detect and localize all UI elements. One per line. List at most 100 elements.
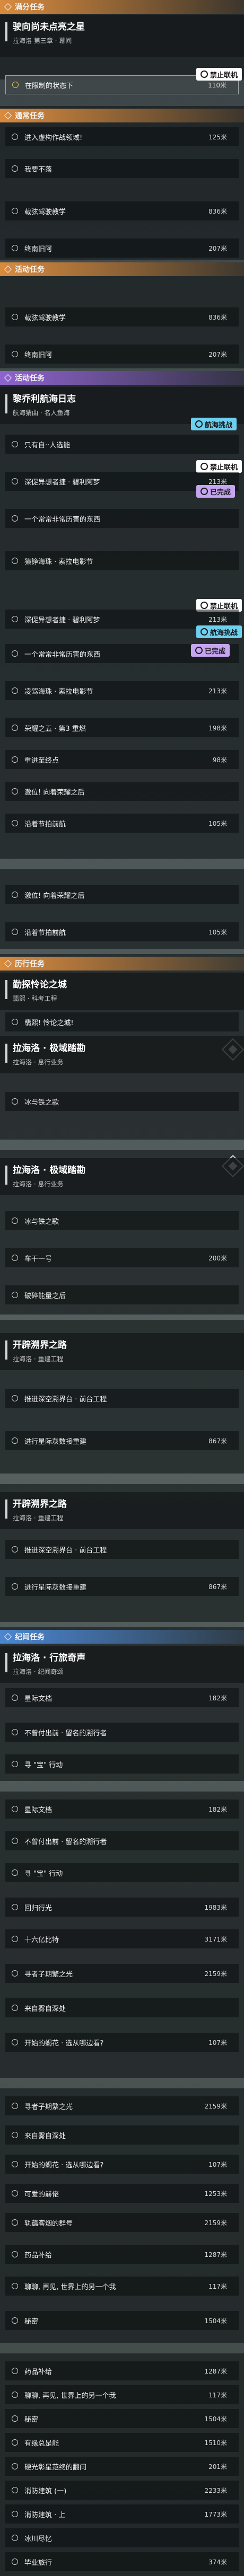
list-item[interactable]: 有缘总是能 1510米 (5, 2433, 239, 2452)
category-header-main[interactable]: 满分任务 (0, 0, 244, 14)
list-item[interactable]: 寻 "宝" 行动 (5, 1754, 239, 1774)
circle-icon (12, 1806, 18, 1812)
circle-icon (12, 788, 18, 795)
circle-icon (12, 2535, 18, 2541)
list-item[interactable]: 终南旧阿 207米 (5, 239, 239, 258)
list-item[interactable]: 进行星际灰数接重建 867米 (5, 1577, 239, 1596)
list-item[interactable]: 回归行光 1983米 (5, 1898, 239, 1917)
circle-icon (12, 1019, 18, 1025)
quest-card-record[interactable]: 拉海洛 · 行旅奇声 拉海洛 · 纪闻奇颂 (0, 1646, 244, 1683)
category-header-normal[interactable]: 通常任务 (0, 109, 244, 122)
list-item[interactable]: 药品补给 1287米 (5, 2245, 239, 2264)
list-item[interactable]: 冰与铁之歌 (5, 1211, 239, 1230)
list-item[interactable]: 聊聊, 再见, 世界上的另一个我 117米 (5, 2277, 239, 2296)
check-icon (201, 488, 208, 495)
list-item[interactable]: 不曾付出前 · 留名的溯行者 (5, 1723, 239, 1742)
category-header-activity[interactable]: 活动任务 (0, 262, 244, 276)
list-item[interactable]: 激位! 向着荣耀之后 (5, 782, 239, 801)
list-item[interactable]: 荣耀之五 · 第3 重燃 198米 (5, 718, 239, 737)
list-item[interactable]: 毕业旅行 374米 (5, 2552, 239, 2571)
list-item[interactable]: 冰川尽忆 (5, 2528, 239, 2547)
diamond-icon (4, 374, 12, 382)
list-item[interactable]: 沿着节拍前航 105米 (5, 922, 239, 941)
list-item[interactable]: 药品补给 1287米 (5, 2361, 239, 2380)
circle-icon (12, 1936, 18, 1942)
circle-icon (12, 2161, 18, 2167)
list-item[interactable]: 进行星际灰数接重建 867米 (5, 1431, 239, 1450)
circle-icon (12, 1437, 18, 1444)
list-item[interactable]: 载弦驾驶教学 836米 (5, 307, 239, 327)
category-header-record[interactable]: 纪闻任务 (0, 1630, 244, 1644)
circle-icon (12, 1904, 18, 1910)
list-item[interactable]: 消防建筑 · 上 1773米 (5, 2504, 239, 2524)
list-item[interactable]: 开始的蝎花 · 选从哪边看? 107米 (5, 2155, 239, 2174)
list-item[interactable]: 一个常常非常历害的东西 (5, 509, 239, 528)
list-item[interactable]: 终南旧阿 207米 (5, 345, 239, 364)
list-item[interactable]: 来自雾自深处 (5, 2125, 239, 2145)
list-item[interactable]: 破碎能量之后 (5, 1285, 239, 1304)
list-item[interactable]: 载弦驾驶教学 836米 (5, 201, 239, 220)
badge-no-coop: 禁止联机 (196, 68, 242, 81)
list-item[interactable]: 轨蕴客烟的群号 2159米 (5, 2213, 239, 2232)
list-item[interactable]: 可爱的赫佬 1253米 (5, 2184, 239, 2203)
quest-card-story-3[interactable]: 拉海洛 · 极域踏勘 拉海洛 · 息行业务 (0, 1158, 244, 1195)
list-item[interactable]: 猿铮海珠 · 索拉电影节 (5, 551, 239, 570)
quest-card-story-2[interactable]: 拉海洛 · 极域踏勘 拉海洛 · 息行业务 (0, 1036, 244, 1073)
circle-icon (12, 1729, 18, 1735)
quest-title: 驶向尚未点亮之星 (13, 22, 85, 32)
diamond-icon (4, 265, 12, 274)
diamond-icon (4, 3, 12, 11)
list-item[interactable]: 只有自··人选能 (5, 435, 239, 454)
circle-icon (12, 558, 18, 564)
category-header-event[interactable]: 活动任务 (0, 371, 244, 385)
objective-text: 在限制的状态下 (25, 82, 74, 90)
circle-icon (12, 2283, 18, 2289)
list-item[interactable]: 激位! 向着荣耀之后 (5, 885, 239, 904)
list-item[interactable]: 寻者子期繁之光 2159米 (5, 1964, 239, 1983)
list-item[interactable]: 十六亿比特 3171米 (5, 1929, 239, 1948)
list-item[interactable]: 推进深空溯界台 · 前台工程 (5, 1540, 239, 1559)
circle-icon (12, 1546, 18, 1552)
list-item[interactable]: 不曾付出前 · 留名的溯行者 (5, 1831, 239, 1850)
lock-icon (201, 70, 208, 78)
circle-icon (12, 1255, 18, 1261)
circle-icon (12, 351, 18, 357)
list-item[interactable]: 我要不落 (5, 159, 239, 178)
list-item[interactable]: 聊聊, 再见, 世界上的另一个我 117米 (5, 2385, 239, 2404)
list-item[interactable]: 冰与铁之歌 (5, 1092, 239, 1111)
list-item[interactable]: 硬光彰星范终的翻问 201米 (5, 2457, 239, 2476)
circle-icon (12, 1869, 18, 1876)
list-item[interactable]: 星际文档 182米 (5, 1799, 239, 1819)
list-item[interactable]: 凌驾海珠 · 索拉电影节 213米 (5, 681, 239, 700)
list-item[interactable]: 寻者子期繁之光 2159米 (5, 2096, 239, 2115)
list-item[interactable]: 沿着节拍前航 105米 (5, 814, 239, 833)
list-item[interactable]: 开始的蝎花 · 选从哪边看? 107米 (5, 2033, 239, 2052)
list-item[interactable]: 寻 "宝" 行动 (5, 1863, 239, 1882)
list-item[interactable]: 秘密 1504米 (5, 2409, 239, 2428)
circle-icon (12, 2132, 18, 2138)
circle-icon (12, 2317, 18, 2324)
circle-icon (12, 725, 18, 731)
quest-card-story-5[interactable]: 开辟溯界之路 拉海洛 · 重建工程 (0, 1492, 244, 1529)
list-item[interactable]: 推进深空溯界台 · 前台工程 (5, 1389, 239, 1408)
list-item[interactable]: 消防建筑 (一) 2233米 (5, 2481, 239, 2500)
quest-card-story-4[interactable]: 开辟溯界之路 拉海洛 · 重建工程 (0, 1333, 244, 1370)
lock-icon (201, 602, 208, 609)
circle-icon (12, 314, 18, 320)
list-item[interactable]: 秘密 1504米 (5, 2311, 239, 2330)
quest-card-story[interactable]: 勤探怜论之城 翡熙 · 科考工程 (0, 973, 244, 1010)
list-item[interactable]: 重进至终点 98米 (5, 750, 239, 769)
category-header-story[interactable]: 历行任务 (0, 957, 244, 971)
list-item[interactable]: 星际文档 182米 (5, 1688, 239, 1707)
list-item[interactable]: 翡熙! 怜论之城! (5, 1012, 239, 1031)
quest-subtitle: 拉海洛 第三章 · 幕间 (13, 37, 72, 45)
objective-icon (12, 82, 19, 88)
circle-icon (12, 2190, 18, 2196)
list-item[interactable]: 来自雾自深处 (5, 1998, 239, 2017)
list-item[interactable]: 进入虚构作战领域! 125米 (5, 127, 239, 146)
quest-card-main[interactable]: 驶向尚未点亮之星 拉海洛 第三章 · 幕间 (0, 15, 244, 57)
circle-icon (12, 134, 18, 140)
circle-icon (12, 2511, 18, 2517)
list-item[interactable]: 车干一号 200米 (5, 1248, 239, 1267)
circle-icon (12, 2005, 18, 2011)
